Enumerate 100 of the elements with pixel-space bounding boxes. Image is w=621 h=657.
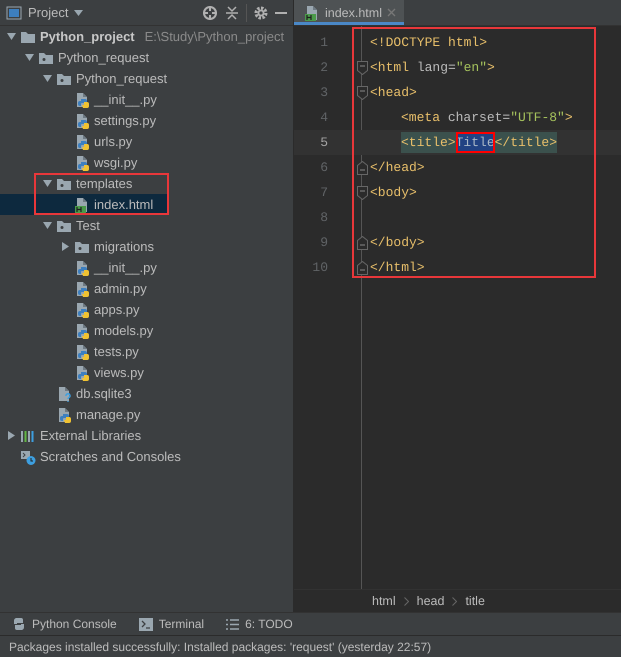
item-label: apps.py <box>94 302 140 317</box>
item-label: manage.py <box>76 407 140 422</box>
code-token: > <box>564 109 573 127</box>
line-number: 2 <box>319 59 329 77</box>
tree-item[interactable]: views.py <box>0 362 293 383</box>
code-token: </html> <box>370 259 425 277</box>
tree-item[interactable]: External Libraries <box>0 425 293 446</box>
status-message: Packages installed successfully: Installed packages: 'request' (yesterday 22:57) <box>9 640 432 654</box>
python-file-icon <box>74 302 90 318</box>
item-label: index.html <box>94 197 154 212</box>
tool-window-button[interactable]: Terminal <box>138 617 204 631</box>
code-token: lang= <box>416 59 456 77</box>
panel-icon <box>6 6 22 20</box>
item-label: Python_project <box>40 29 135 44</box>
locate-icon <box>202 4 218 20</box>
item-label: __init__.py <box>94 92 157 107</box>
tree-item[interactable]: Python_project E:\Study\Python_project <box>0 26 293 47</box>
item-label: Test <box>76 218 100 233</box>
tree-item[interactable]: models.py <box>0 320 293 341</box>
tree-item[interactable]: Test <box>0 215 293 236</box>
line-number: 9 <box>319 234 329 252</box>
chevron-icon <box>452 596 458 606</box>
tree-item[interactable]: urls.py <box>0 131 293 152</box>
fold-icon <box>356 160 368 174</box>
settings-icon <box>253 4 269 20</box>
code-token: "UTF-8" <box>510 109 565 127</box>
tree-item[interactable]: migrations <box>0 236 293 257</box>
code-token: </head> <box>370 159 425 177</box>
tree-item[interactable]: Python_request <box>0 47 293 68</box>
project-path: E:\Study\Python_project <box>144 29 284 44</box>
html-file-icon <box>304 4 320 20</box>
item-label: __init__.py <box>94 260 157 275</box>
html-file-icon <box>74 196 90 212</box>
fold-icon <box>356 186 368 200</box>
close-icon <box>386 8 396 17</box>
scratches-icon <box>20 448 36 464</box>
tree-item[interactable]: admin.py <box>0 278 293 299</box>
item-label: views.py <box>94 365 144 380</box>
line-number: 1 <box>319 34 329 52</box>
panel-title[interactable]: Project <box>28 5 68 20</box>
terminal-icon <box>138 618 153 630</box>
code-token: </body> <box>370 234 425 252</box>
code-token: <!DOCTYPE html> <box>370 34 488 52</box>
minimize-icon <box>275 12 287 14</box>
item-label: models.py <box>94 323 154 338</box>
code-token: <html <box>370 59 410 77</box>
tree-item[interactable]: Python_request <box>0 68 293 89</box>
python-file-icon <box>56 406 72 422</box>
item-label: urls.py <box>94 134 132 149</box>
fold-icon <box>356 236 368 250</box>
item-label: Python_request <box>58 50 150 65</box>
breadcrumb[interactable]: head <box>416 594 444 608</box>
tool-window-button[interactable]: 6: TODO <box>226 617 293 631</box>
item-label: Python_request <box>76 71 168 86</box>
tree-item[interactable]: settings.py <box>0 110 293 131</box>
collapse-all-icon <box>224 4 240 20</box>
tree-item[interactable]: db.sqlite3 <box>0 383 293 404</box>
list-icon <box>226 618 240 630</box>
python-file-icon <box>74 112 90 128</box>
line-number: 4 <box>319 109 329 127</box>
item-label: External Libraries <box>40 428 142 443</box>
breadcrumb[interactable]: html <box>372 594 396 608</box>
breadcrumb[interactable]: title <box>465 594 485 608</box>
tree-item[interactable]: Scratches and Consoles <box>0 446 293 467</box>
tree-item[interactable]: __init__.py <box>0 257 293 278</box>
tree-item[interactable]: __init__.py <box>0 89 293 110</box>
tree-item[interactable]: wsgi.py <box>0 152 293 173</box>
code-token: "en" <box>456 59 488 77</box>
tree-item[interactable]: tests.py <box>0 341 293 362</box>
python-file-icon <box>74 364 90 380</box>
python-file-icon <box>74 344 90 360</box>
tree-item[interactable]: templates <box>0 173 169 194</box>
python-icon <box>12 617 26 631</box>
code-token: charset= <box>446 109 510 127</box>
item-label: Scratches and Consoles <box>40 449 181 464</box>
editor-tab[interactable]: index.html <box>294 0 404 25</box>
unknown-file-icon <box>56 386 72 402</box>
tree-item[interactable]: manage.py <box>0 404 293 425</box>
python-file-icon <box>74 92 90 108</box>
tool-window-button[interactable]: Python Console <box>12 617 117 631</box>
fold-icon <box>356 86 368 100</box>
code-token: <body> <box>370 184 417 202</box>
item-label: tests.py <box>94 344 139 359</box>
item-label: wsgi.py <box>94 155 138 170</box>
python-file-icon <box>74 134 90 150</box>
python-file-icon <box>74 154 90 170</box>
fold-icon <box>356 260 368 274</box>
code-token: <meta <box>401 109 440 127</box>
code-token: </title> <box>494 132 558 153</box>
line-number: 3 <box>319 84 329 102</box>
python-file-icon <box>74 322 90 338</box>
item-label: admin.py <box>94 281 147 296</box>
python-file-icon <box>74 280 90 296</box>
line-number: 10 <box>311 259 329 277</box>
line-number: 5 <box>319 134 329 152</box>
tree-item[interactable]: index.html <box>0 194 169 215</box>
item-label: migrations <box>94 239 154 254</box>
tree-item[interactable]: apps.py <box>0 299 293 320</box>
item-label: templates <box>76 176 132 191</box>
dropdown-icon <box>74 10 84 16</box>
